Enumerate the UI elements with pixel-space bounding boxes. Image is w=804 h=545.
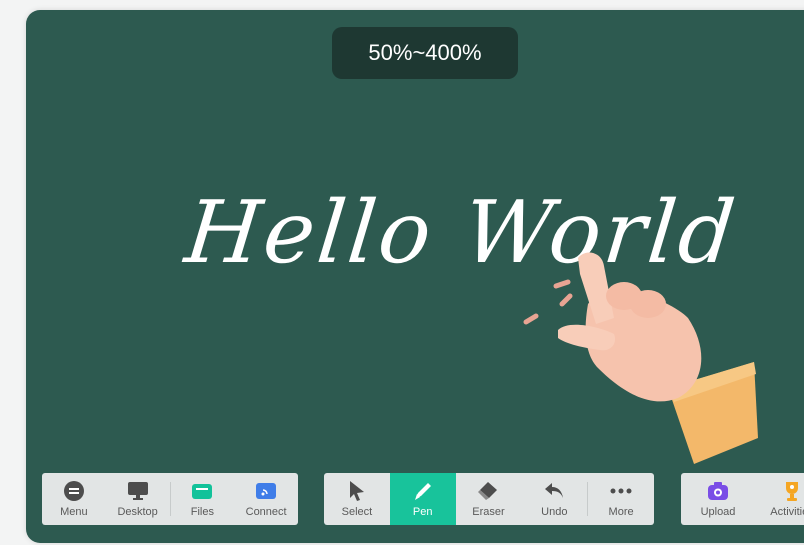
pen-tool-button[interactable]: Pen (389, 473, 456, 525)
files-label: Files (190, 506, 214, 518)
select-tool-button[interactable]: Select (324, 473, 390, 525)
eraser-tool-button[interactable]: Eraser (456, 473, 522, 525)
folder-icon (190, 480, 214, 502)
undo-icon (542, 480, 566, 502)
hand-pointer-illustration (523, 252, 758, 464)
activity-toolbar: Upload Activities (681, 473, 804, 525)
whiteboard-canvas[interactable]: 50%~400% Hello World Menu Desktop Files … (26, 10, 804, 543)
select-label: Select (341, 506, 373, 518)
files-button[interactable]: Files (171, 473, 235, 525)
activities-button[interactable]: Activities (755, 473, 804, 525)
more-button[interactable]: More (588, 473, 654, 525)
desktop-label: Desktop (117, 506, 158, 518)
zoom-range-label: 50%~400% (368, 40, 482, 65)
connect-button[interactable]: Connect (234, 473, 298, 525)
menu-icon (62, 480, 86, 502)
undo-button[interactable]: Undo (521, 473, 587, 525)
menu-button[interactable]: Menu (42, 473, 106, 525)
desktop-button[interactable]: Desktop (106, 473, 170, 525)
cursor-icon (345, 480, 369, 502)
eraser-label: Eraser (472, 506, 505, 518)
undo-label: Undo (541, 506, 568, 518)
pen-label: Pen (412, 506, 433, 518)
activities-label: Activities (770, 506, 804, 518)
more-icon (609, 480, 633, 502)
desktop-icon (126, 480, 150, 502)
trophy-icon (780, 480, 804, 502)
connect-label: Connect (245, 506, 287, 518)
eraser-icon (476, 480, 500, 502)
drawing-toolbar: Select Pen Eraser Undo More (324, 473, 654, 525)
upload-button[interactable]: Upload (681, 473, 755, 525)
cast-icon (254, 480, 278, 502)
system-toolbar: Menu Desktop Files Connect (42, 473, 298, 525)
more-label: More (608, 506, 634, 518)
upload-label: Upload (700, 506, 736, 518)
zoom-range-indicator: 50%~400% (332, 27, 518, 79)
camera-icon (706, 480, 730, 502)
pen-icon (411, 480, 435, 502)
menu-label: Menu (60, 506, 88, 518)
